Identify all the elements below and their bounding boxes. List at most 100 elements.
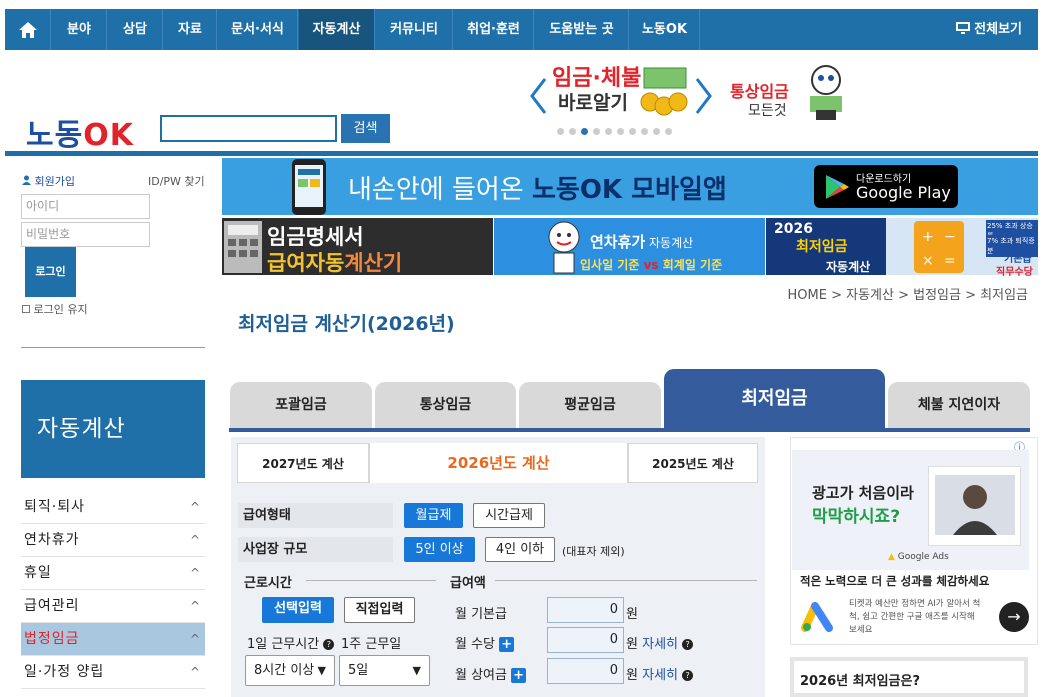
size-5-plus-button[interactable]: 5인 이상 bbox=[404, 537, 475, 562]
nav-item-data[interactable]: 자료 bbox=[164, 9, 217, 50]
plus-icon[interactable]: + bbox=[499, 637, 515, 652]
carousel-dot[interactable] bbox=[653, 128, 660, 135]
size-4-minus-button[interactable]: 4인 이하 bbox=[485, 537, 555, 562]
tab-ordinary-wage[interactable]: 통상임금 bbox=[375, 382, 516, 428]
banner2-subtitle: 모든것 bbox=[748, 103, 787, 119]
mobile-app-banner[interactable]: 내손안에 들어온 노동OK 모바일앱 다운로드하기 Google Play bbox=[222, 158, 1038, 215]
direct-input-button[interactable]: 직접입력 bbox=[344, 597, 415, 623]
section-line bbox=[306, 580, 436, 581]
breadcrumb-minimum-wage[interactable]: 최저임금 bbox=[980, 288, 1028, 303]
work-time-title: 근로시간 bbox=[244, 576, 292, 591]
carousel-dot-active[interactable] bbox=[581, 128, 588, 135]
sub3-title: 최저임금 bbox=[796, 239, 848, 255]
minimum-wage-banner[interactable]: 2026 최저임금 자동계산 +−×= 25% 초과 상승률 7% 초과 퇴직증… bbox=[766, 218, 1038, 278]
pay-type-label: 급여형태 bbox=[238, 503, 393, 528]
keep-login-checkbox[interactable]: 로그인 유지 bbox=[22, 301, 88, 317]
id-field[interactable]: 아이디 bbox=[21, 194, 150, 219]
sidebar-item-payroll[interactable]: 급여관리 ^ bbox=[21, 590, 205, 623]
svg-text:+: + bbox=[922, 229, 934, 245]
chevron-up-icon: ^ bbox=[189, 533, 201, 547]
sidebar-item-legal-wage[interactable]: 법정임금 ^ bbox=[21, 623, 205, 656]
allowance-input[interactable]: 0 bbox=[547, 627, 624, 653]
pay-type-hourly-button[interactable]: 시간급제 bbox=[473, 503, 545, 528]
svg-text:×: × bbox=[922, 253, 934, 269]
help-icon[interactable]: ? bbox=[682, 639, 694, 650]
ordinary-wage-banner[interactable]: 통상임금 모든것 bbox=[730, 62, 850, 132]
login-button[interactable]: 로그인 bbox=[25, 247, 76, 297]
annual-leave-banner[interactable]: 연차휴가 자동계산 입사일 기준 vs 회계일 기준 bbox=[494, 218, 765, 275]
sidebar-item-label: 연차휴가 bbox=[24, 532, 80, 548]
tab-minimum-wage[interactable]: 최저임금 bbox=[664, 369, 885, 428]
help-icon[interactable]: ? bbox=[682, 670, 694, 681]
carousel-dot[interactable] bbox=[569, 128, 576, 135]
password-field[interactable]: 비밀번호 bbox=[21, 222, 150, 247]
pay-type-monthly-button[interactable]: 월급제 bbox=[404, 503, 463, 528]
wage-arrears-banner[interactable]: 임금·체불 바로알기 bbox=[528, 58, 718, 128]
site-logo[interactable]: 노동OK bbox=[26, 110, 134, 154]
ad-phone-mockup bbox=[928, 466, 1021, 546]
carousel-dot[interactable] bbox=[605, 128, 612, 135]
google-play-button[interactable]: 다운로드하기 Google Play bbox=[814, 165, 958, 208]
tab-underline bbox=[229, 428, 1030, 432]
year-tab-2025[interactable]: 2025년도 계산 bbox=[628, 443, 758, 483]
carousel-dot[interactable] bbox=[593, 128, 600, 135]
nav-item-field[interactable]: 분야 bbox=[52, 9, 107, 50]
signup-link[interactable]: 회원가입 bbox=[22, 173, 75, 189]
select-input-button[interactable]: 선택입력 bbox=[262, 597, 334, 623]
bonus-input[interactable]: 0 bbox=[547, 658, 624, 684]
base-pay-label: 월 기본급 bbox=[455, 607, 507, 622]
breadcrumb-home[interactable]: HOME bbox=[788, 288, 827, 303]
sidebar-item-label: 퇴직·퇴사 bbox=[24, 499, 85, 515]
tab-delay-interest[interactable]: 체불 지연이자 bbox=[888, 382, 1030, 428]
fullview-button[interactable]: 전체보기 bbox=[956, 9, 1022, 50]
sub3-subtitle: 자동계산 bbox=[826, 260, 871, 274]
arrow-right-icon[interactable]: → bbox=[999, 602, 1029, 632]
nav-item-documents[interactable]: 문서·서식 bbox=[218, 9, 298, 50]
nav-item-nodongok[interactable]: 노동OK bbox=[630, 9, 700, 50]
detail-link[interactable]: 자세히 bbox=[642, 668, 678, 683]
find-idpw-link[interactable]: ID/PW 찾기 bbox=[148, 173, 205, 189]
daily-hours-select[interactable]: 8시간 이상 ▼ bbox=[245, 655, 335, 686]
nav-item-consult[interactable]: 상담 bbox=[108, 9, 163, 50]
nav-item-help[interactable]: 도움받는 곳 bbox=[535, 9, 629, 50]
carousel-dot[interactable] bbox=[557, 128, 564, 135]
nav-item-auto-calc[interactable]: 자동계산 bbox=[299, 9, 375, 50]
detail-link[interactable]: 자세히 bbox=[642, 637, 678, 652]
plus-icon[interactable]: + bbox=[511, 668, 527, 683]
unit-label: 원 bbox=[626, 607, 638, 622]
banner1-subtitle: 바로알기 bbox=[558, 92, 628, 114]
pay-slip-calculator-banner[interactable]: 임금명세서 급여자동계산기 bbox=[222, 218, 493, 275]
search-input[interactable] bbox=[160, 115, 337, 142]
year-tab-2027[interactable]: 2027년도 계산 bbox=[237, 443, 369, 483]
sidebar-item-retirement[interactable]: 퇴직·퇴사 ^ bbox=[21, 491, 205, 524]
carousel-dot[interactable] bbox=[629, 128, 636, 135]
carousel-dot[interactable] bbox=[641, 128, 648, 135]
chevron-up-icon: ^ bbox=[189, 665, 201, 679]
weekly-days-select[interactable]: 5일 ▼ bbox=[339, 655, 430, 686]
tab-inclusive-wage[interactable]: 포괄임금 bbox=[230, 382, 372, 428]
help-icon[interactable]: ? bbox=[323, 639, 335, 650]
sidebar-item-work-family[interactable]: 일·가정 양립 ^ bbox=[21, 656, 205, 689]
sidebar-item-annual-leave[interactable]: 연차휴가 ^ bbox=[21, 524, 205, 557]
carousel-dot[interactable] bbox=[617, 128, 624, 135]
search-button[interactable]: 검색 bbox=[341, 114, 390, 143]
home-button[interactable] bbox=[5, 9, 51, 50]
base-pay-input[interactable]: 0 bbox=[547, 597, 624, 623]
chevron-right-icon bbox=[695, 78, 712, 114]
chevron-up-icon: ^ bbox=[189, 632, 201, 646]
carousel-dot[interactable] bbox=[665, 128, 672, 135]
calculator-panel: 2027년도 계산 2026년도 계산 2025년도 계산 급여형태 월급제 시… bbox=[231, 437, 765, 697]
breadcrumb-auto-calc[interactable]: 자동계산 bbox=[846, 288, 894, 303]
monitor-icon bbox=[956, 22, 971, 34]
ad-visual: 광고가 처음이라 막막하시죠? ▲ Google Ads bbox=[792, 450, 1029, 570]
year-tab-2026[interactable]: 2026년도 계산 bbox=[369, 443, 628, 483]
nav-item-jobs[interactable]: 취업·훈련 bbox=[454, 9, 534, 50]
logo-ok: OK bbox=[83, 118, 134, 153]
google-ads-advertisement[interactable]: ⓘ 광고가 처음이라 막막하시죠? ▲ Google Ads 적은 노력으로 더… bbox=[790, 437, 1038, 645]
sidebar-item-label: 휴일 bbox=[24, 565, 52, 581]
nav-item-community[interactable]: 커뮤니티 bbox=[376, 9, 453, 50]
breadcrumb: HOME > 자동계산 > 법정임금 > 최저임금 bbox=[787, 288, 1029, 303]
tab-average-wage[interactable]: 평균임금 bbox=[519, 382, 661, 428]
breadcrumb-legal-wage[interactable]: 법정임금 bbox=[913, 288, 961, 303]
sidebar-item-holiday[interactable]: 휴일 ^ bbox=[21, 557, 205, 590]
